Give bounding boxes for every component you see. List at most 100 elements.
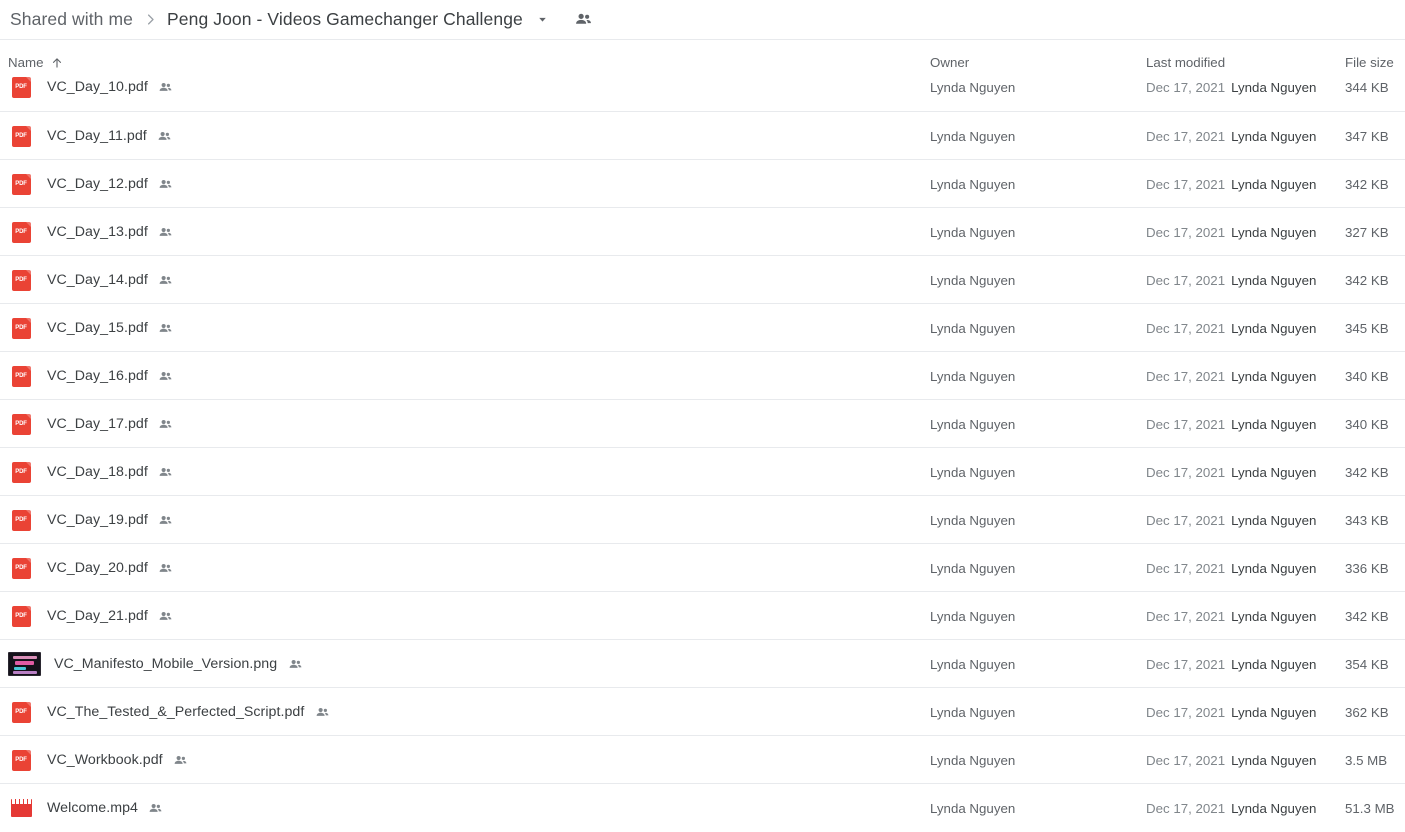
file-modified-cell: Dec 17, 2021 Lynda Nguyen [1146, 496, 1316, 544]
file-name-cell[interactable]: VC_Day_18.pdf [8, 448, 177, 496]
people-shared-icon [155, 415, 177, 433]
file-modified-date: Dec 17, 2021 [1146, 704, 1226, 720]
file-name-cell[interactable]: VC_Day_17.pdf [8, 400, 177, 448]
table-row[interactable]: VC_Day_14.pdf Lynda Nguyen Dec 17, 2021 Lyn… [0, 255, 1405, 303]
file-modified-date: Dec 17, 2021 [1146, 608, 1226, 624]
people-shared-icon [155, 463, 177, 481]
file-modified-by: Lynda Nguyen [1231, 512, 1317, 528]
file-modified-by: Lynda Nguyen [1231, 320, 1317, 336]
people-shared-icon [155, 319, 177, 337]
table-row[interactable]: VC_Day_13.pdf Lynda Nguyen Dec 17, 2021 Lyn… [0, 207, 1405, 255]
pdf-icon [8, 459, 34, 485]
file-size-cell: 354 KB [1345, 656, 1389, 672]
file-modified-by: Lynda Nguyen [1231, 464, 1317, 480]
file-modified-by: Lynda Nguyen [1231, 272, 1317, 288]
table-row[interactable]: VC_Day_15.pdf Lynda Nguyen Dec 17, 2021 Lyn… [0, 303, 1405, 351]
file-name-cell[interactable]: VC_Day_20.pdf [8, 544, 177, 592]
file-owner-cell: Lynda Nguyen [930, 752, 1016, 768]
pdf-icon [8, 507, 34, 533]
table-row[interactable]: VC_Day_19.pdf Lynda Nguyen Dec 17, 2021 Lyn… [0, 495, 1405, 543]
file-name-cell[interactable]: Welcome.mp4 [8, 784, 167, 832]
file-size-cell: 343 KB [1345, 512, 1389, 528]
file-modified-date: Dec 17, 2021 [1146, 560, 1226, 576]
file-name-label: VC_Day_16.pdf [47, 368, 148, 384]
file-name-cell[interactable]: VC_Manifesto_Mobile_Version.png [8, 640, 306, 688]
file-owner-cell: Lynda Nguyen [930, 272, 1016, 288]
file-name-cell[interactable]: VC_Day_13.pdf [8, 208, 177, 256]
table-row[interactable]: VC_Day_10.pdf Lynda Nguyen Dec 17, 2021 Lyn… [0, 74, 1405, 111]
file-name-label: VC_Workbook.pdf [47, 752, 163, 768]
file-name-cell[interactable]: VC_Day_16.pdf [8, 352, 177, 400]
file-name-cell[interactable]: VC_Day_12.pdf [8, 160, 177, 208]
file-size-cell: 340 KB [1345, 416, 1389, 432]
pdf-icon [8, 699, 34, 725]
file-name-label: VC_Day_18.pdf [47, 464, 148, 480]
file-owner-cell: Lynda Nguyen [930, 79, 1016, 95]
file-name-cell[interactable]: VC_Day_15.pdf [8, 304, 177, 352]
pdf-icon [8, 603, 34, 629]
file-name-cell[interactable]: VC_Day_10.pdf [8, 63, 177, 111]
table-row[interactable]: Welcome.mp4 Lynda Nguyen Dec 17, 2021 Lynda… [0, 783, 1405, 831]
file-name-cell[interactable]: VC_Workbook.pdf [8, 736, 192, 784]
file-modified-date: Dec 17, 2021 [1146, 464, 1226, 480]
table-row[interactable]: VC_Workbook.pdf Lynda Nguyen Dec 17, 2021 L… [0, 735, 1405, 783]
file-modified-by: Lynda Nguyen [1231, 656, 1317, 672]
breadcrumb-root-link[interactable]: Shared with me [8, 8, 135, 31]
file-name-cell[interactable]: VC_Day_14.pdf [8, 256, 177, 304]
people-shared-icon [155, 175, 177, 193]
chevron-down-icon[interactable] [530, 9, 556, 31]
breadcrumb: Shared with me Peng Joon - Videos Gamech… [0, 0, 1405, 39]
file-modified-by: Lynda Nguyen [1231, 368, 1317, 384]
file-modified-by: Lynda Nguyen [1231, 704, 1317, 720]
table-row[interactable]: VC_Day_11.pdf Lynda Nguyen Dec 17, 2021 Lyn… [0, 111, 1405, 159]
file-modified-cell: Dec 17, 2021 Lynda Nguyen [1146, 400, 1316, 448]
file-modified-cell: Dec 17, 2021 Lynda Nguyen [1146, 63, 1316, 111]
table-row[interactable]: VC_The_Tested_&_Perfected_Script.pdf Lynd… [0, 687, 1405, 735]
video-icon [8, 795, 34, 821]
file-name-label: VC_Day_10.pdf [47, 79, 148, 95]
file-size-cell: 344 KB [1345, 79, 1389, 95]
file-modified-date: Dec 17, 2021 [1146, 800, 1226, 816]
table-row[interactable]: VC_Manifesto_Mobile_Version.png Lynda Ngu… [0, 639, 1405, 687]
table-row[interactable]: VC_Day_12.pdf Lynda Nguyen Dec 17, 2021 Lyn… [0, 159, 1405, 207]
file-owner-cell: Lynda Nguyen [930, 320, 1016, 336]
people-shared-icon [154, 127, 176, 145]
file-name-cell[interactable]: VC_Day_11.pdf [8, 112, 176, 160]
file-owner-cell: Lynda Nguyen [930, 368, 1016, 384]
people-shared-icon [155, 511, 177, 529]
file-modified-by: Lynda Nguyen [1231, 128, 1317, 144]
table-row[interactable]: VC_Day_20.pdf Lynda Nguyen Dec 17, 2021 Lyn… [0, 543, 1405, 591]
file-modified-date: Dec 17, 2021 [1146, 752, 1226, 768]
file-name-label: VC_Day_20.pdf [47, 560, 148, 576]
file-owner-cell: Lynda Nguyen [930, 608, 1016, 624]
people-shared-icon [155, 78, 177, 96]
file-name-label: VC_Day_14.pdf [47, 272, 148, 288]
file-name-cell[interactable]: VC_Day_21.pdf [8, 592, 177, 640]
file-name-label: VC_Day_19.pdf [47, 512, 148, 528]
table-row[interactable]: VC_Day_17.pdf Lynda Nguyen Dec 17, 2021 Lyn… [0, 399, 1405, 447]
pdf-icon [8, 219, 34, 245]
file-size-cell: 342 KB [1345, 272, 1389, 288]
file-list: VC_Day_10.pdf Lynda Nguyen Dec 17, 2021 Lyn… [0, 74, 1405, 831]
file-name-cell[interactable]: VC_The_Tested_&_Perfected_Script.pdf [8, 688, 333, 736]
file-owner-cell: Lynda Nguyen [930, 224, 1016, 240]
file-name-cell[interactable]: VC_Day_19.pdf [8, 496, 177, 544]
chevron-right-icon [135, 10, 165, 30]
table-row[interactable]: VC_Day_18.pdf Lynda Nguyen Dec 17, 2021 Lyn… [0, 447, 1405, 495]
file-name-label: VC_Day_11.pdf [47, 128, 147, 144]
file-size-cell: 342 KB [1345, 464, 1389, 480]
table-row[interactable]: VC_Day_21.pdf Lynda Nguyen Dec 17, 2021 Lyn… [0, 591, 1405, 639]
breadcrumb-current-folder[interactable]: Peng Joon - Videos Gamechanger Challenge [165, 8, 525, 31]
people-shared-icon [155, 367, 177, 385]
file-modified-cell: Dec 17, 2021 Lynda Nguyen [1146, 640, 1316, 688]
file-modified-date: Dec 17, 2021 [1146, 656, 1226, 672]
people-shared-icon [155, 559, 177, 577]
table-row[interactable]: VC_Day_16.pdf Lynda Nguyen Dec 17, 2021 Lyn… [0, 351, 1405, 399]
pdf-icon [8, 747, 34, 773]
file-size-cell: 342 KB [1345, 176, 1389, 192]
file-modified-cell: Dec 17, 2021 Lynda Nguyen [1146, 448, 1316, 496]
file-modified-by: Lynda Nguyen [1231, 176, 1317, 192]
file-modified-by: Lynda Nguyen [1231, 79, 1317, 95]
file-modified-cell: Dec 17, 2021 Lynda Nguyen [1146, 688, 1316, 736]
file-name-label: VC_Day_21.pdf [47, 608, 148, 624]
